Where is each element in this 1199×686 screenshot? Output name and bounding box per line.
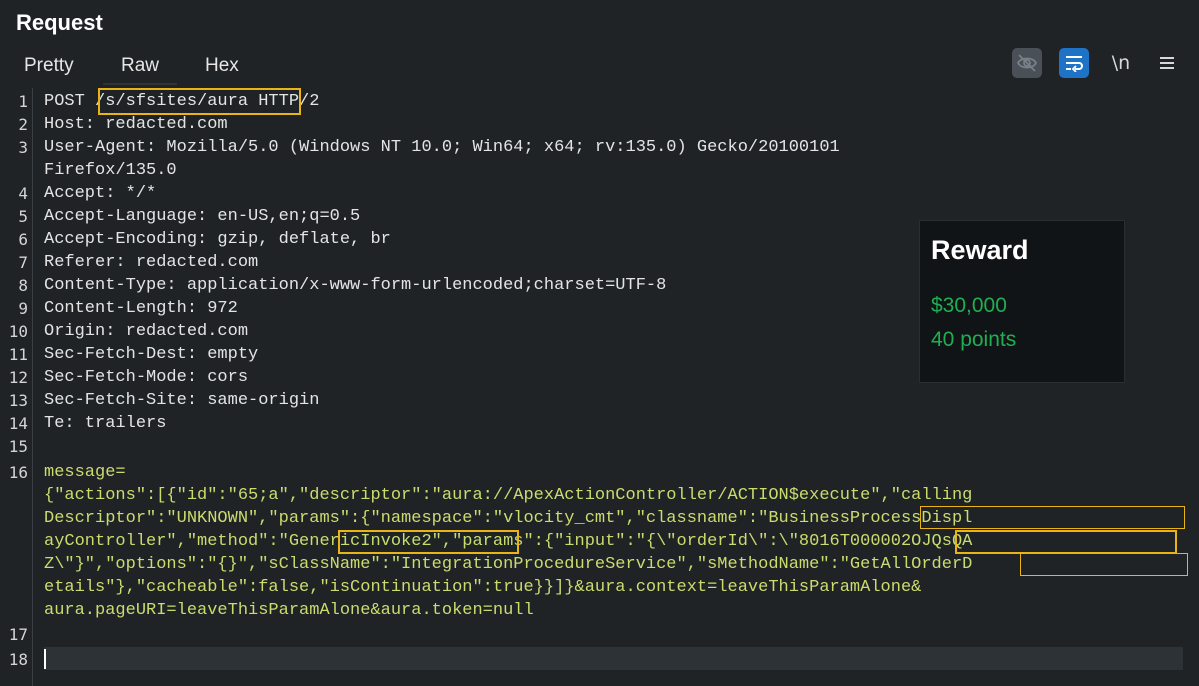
- tab-hex[interactable]: Hex: [205, 55, 239, 77]
- line-number: 4: [18, 184, 28, 203]
- body-line: {"actions":[{"id":"65;a","descriptor":"a…: [44, 486, 973, 505]
- reward-amount: $30,000: [931, 294, 1007, 317]
- line-number: 2: [18, 115, 28, 134]
- header-line: User-Agent: Mozilla/5.0 (Windows NT 10.0…: [44, 138, 840, 157]
- reward-points: 40 points: [931, 328, 1017, 351]
- line-number: 8: [18, 276, 28, 295]
- line-number: 14: [8, 414, 28, 433]
- line-number: 3: [18, 138, 28, 157]
- word-wrap-icon[interactable]: [1059, 48, 1089, 78]
- request-line: POST /s/sfsites/aura HTTP/2: [44, 92, 320, 111]
- line-number: 7: [18, 253, 28, 272]
- line-number: 9: [18, 299, 28, 318]
- line-number: 15: [8, 437, 28, 456]
- header-line: Te: trailers: [44, 414, 167, 433]
- request-editor[interactable]: 1 POST /s/sfsites/aura HTTP/2 2 Host: re…: [0, 88, 1199, 686]
- line-number: 11: [8, 345, 28, 364]
- newline-toggle-button[interactable]: \n: [1106, 48, 1136, 78]
- line-number: 5: [18, 207, 28, 226]
- body-line: Descriptor":"UNKNOWN","params":{"namespa…: [44, 509, 973, 528]
- header-line: Content-Type: application/x-www-form-url…: [44, 276, 667, 295]
- header-line: Sec-Fetch-Site: same-origin: [44, 391, 320, 410]
- hamburger-menu-icon[interactable]: [1152, 48, 1182, 78]
- body-line: message=: [44, 463, 126, 482]
- line-number: 18: [8, 650, 28, 669]
- line-number: 1: [18, 92, 28, 111]
- line-number: 17: [8, 625, 28, 644]
- orderid-highlight-box: [955, 530, 1177, 554]
- tab-pretty[interactable]: Pretty: [24, 55, 74, 77]
- header-line: Accept-Language: en-US,en;q=0.5: [44, 207, 361, 226]
- header-line: Sec-Fetch-Mode: cors: [44, 368, 249, 387]
- panel-title: Request: [16, 10, 103, 35]
- text-caret: [44, 649, 46, 669]
- body-line: etails"},"cacheable":false,"isContinuati…: [44, 578, 922, 597]
- header-line: Referer: redacted.com: [44, 253, 259, 272]
- header-line: Firefox/135.0: [44, 161, 177, 180]
- line-number: 13: [8, 391, 28, 410]
- header-line: Origin: redacted.com: [44, 322, 249, 341]
- smethodname-highlight-box: [1020, 553, 1188, 576]
- line-number: 16: [8, 463, 28, 482]
- eye-slash-icon[interactable]: [1012, 48, 1042, 78]
- body-line: aura.pageURI=leaveThisParamAlone&aura.to…: [44, 601, 534, 620]
- body-line: Z\"}","options":"{}","sClassName":"Integ…: [44, 555, 973, 574]
- header-line: Content-Length: 972: [44, 299, 238, 318]
- header-line: Host: redacted.com: [44, 115, 228, 134]
- header-line: Accept-Encoding: gzip, deflate, br: [44, 230, 391, 249]
- tab-raw[interactable]: Raw: [102, 55, 178, 85]
- reward-card: Reward $30,000 40 points: [919, 220, 1125, 383]
- line-number: 12: [8, 368, 28, 387]
- body-line: ayController","method":"GenericInvoke2",…: [44, 532, 973, 551]
- line-number: 6: [18, 230, 28, 249]
- gutter-divider: [32, 88, 33, 686]
- header-line: Sec-Fetch-Dest: empty: [44, 345, 259, 364]
- reward-title: Reward: [931, 235, 1029, 265]
- line-number: 10: [8, 322, 28, 341]
- header-line: Accept: */*: [44, 184, 157, 203]
- current-line-highlight: [44, 647, 1183, 670]
